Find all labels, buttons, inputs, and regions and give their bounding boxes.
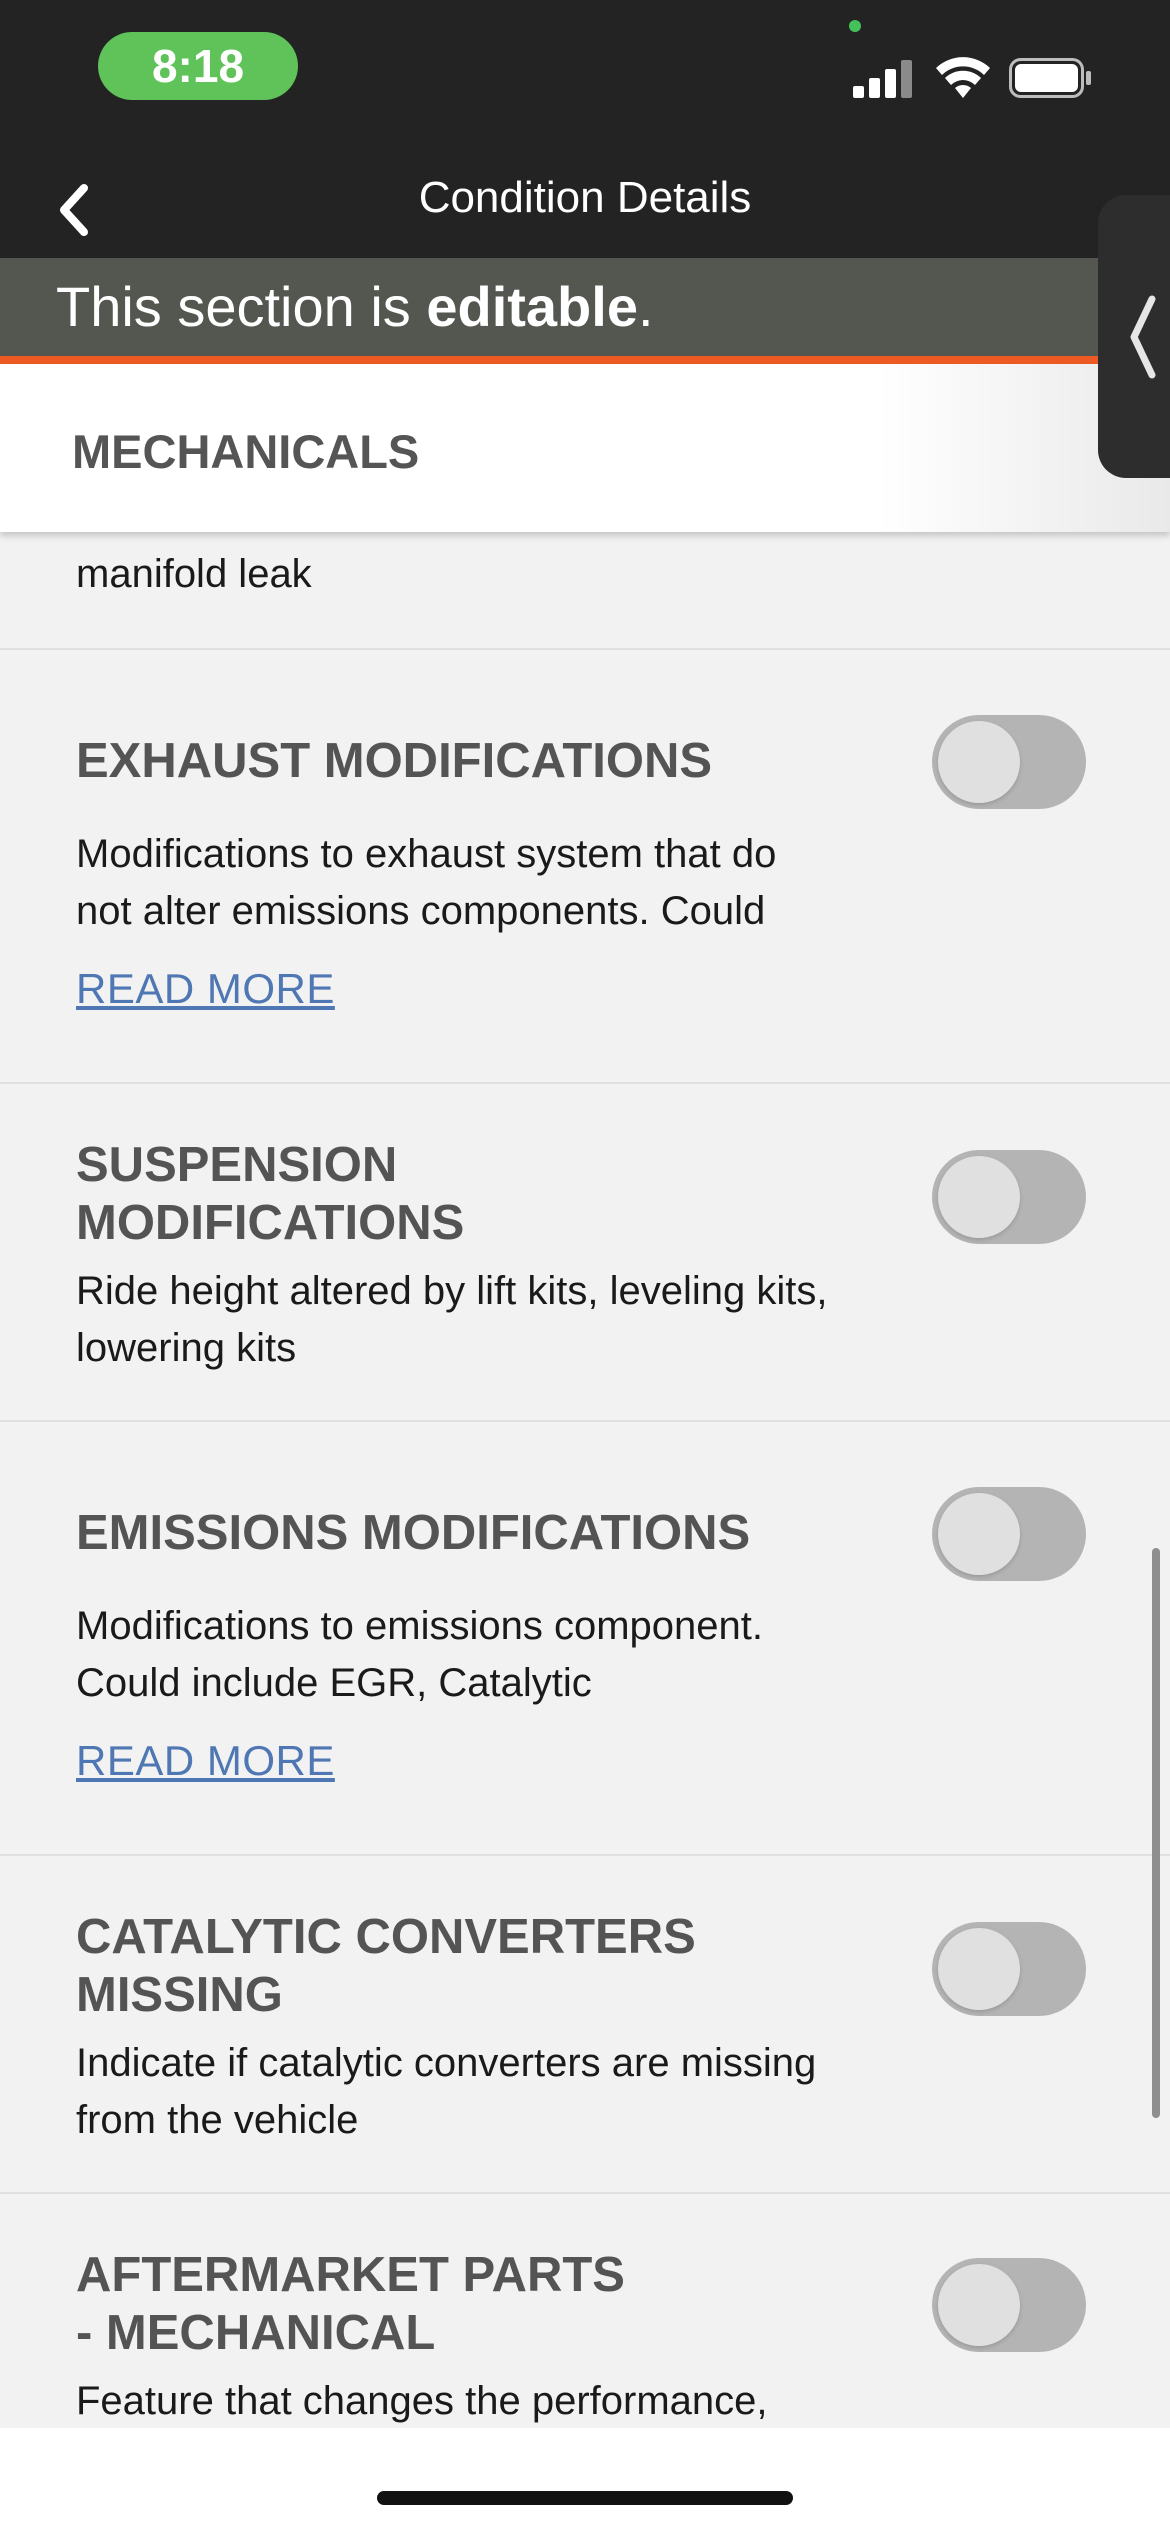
- banner-prefix: This section is: [56, 275, 427, 338]
- list-item-emissions-modifications: EMISSIONS MODIFICATIONS Modifications to…: [0, 1422, 1170, 1856]
- suspension-modifications-toggle[interactable]: [932, 1150, 1086, 1244]
- scrollbar[interactable]: [1152, 1548, 1160, 2118]
- toggle-knob: [938, 1493, 1020, 1575]
- item-title-line: AFTERMARKET PARTS: [76, 2248, 625, 2302]
- emissions-modifications-toggle[interactable]: [932, 1487, 1086, 1581]
- toggle-knob: [938, 721, 1020, 803]
- banner-emphasis: editable: [426, 275, 638, 338]
- item-description-line: Modifications to exhaust system that do: [76, 832, 777, 876]
- item-description-line: lowering kits: [76, 1326, 297, 1370]
- toggle-knob: [938, 1928, 1020, 2010]
- read-more-link[interactable]: READ MORE: [76, 965, 335, 1013]
- item-description-line: not alter emissions components. Could: [76, 889, 766, 933]
- status-bar: 8:18: [0, 0, 1170, 160]
- privacy-indicator-dot: [849, 20, 861, 32]
- status-time: 8:18: [98, 32, 298, 100]
- item-description-line: Feature that changes the performance,: [76, 2379, 768, 2423]
- list-item-exhaust-modifications: EXHAUST MODIFICATIONS Modifications to e…: [0, 650, 1170, 1084]
- chevron-left-icon: [60, 184, 88, 236]
- back-button[interactable]: [36, 170, 112, 250]
- battery-icon: [1009, 58, 1091, 98]
- item-title-line: SUSPENSION: [76, 1138, 398, 1192]
- wifi-icon: [936, 57, 990, 98]
- nav-header: Condition Details: [0, 160, 1170, 258]
- item-description-line: Modifications to emissions component.: [76, 1604, 763, 1648]
- item-title: EXHAUST MODIFICATIONS: [76, 734, 713, 788]
- list-item: manifold leak: [0, 532, 1170, 650]
- aftermarket-parts-mechanical-toggle[interactable]: [932, 2258, 1086, 2352]
- item-title: EMISSIONS MODIFICATIONS: [76, 1506, 751, 1560]
- editable-banner: This section is editable.: [0, 258, 1170, 364]
- item-description-line: Could include EGR, Catalytic: [76, 1661, 592, 1705]
- item-title-line: MISSING: [76, 1968, 283, 2022]
- toggle-knob: [938, 2264, 1020, 2346]
- list-item-suspension-modifications: SUSPENSION MODIFICATIONS Ride height alt…: [0, 1084, 1170, 1422]
- item-title-line: CATALYTIC CONVERTERS: [76, 1910, 696, 1964]
- side-drawer-handle[interactable]: [1098, 195, 1170, 478]
- list-item-catalytic-converters-missing: CATALYTIC CONVERTERS MISSING Indicate if…: [0, 1856, 1170, 2194]
- home-area: [0, 2428, 1170, 2532]
- banner-text: This section is editable.: [56, 258, 654, 356]
- page-title: Condition Details: [418, 173, 752, 222]
- item-title-line: MODIFICATIONS: [76, 1196, 465, 1250]
- toggle-knob: [938, 1156, 1020, 1238]
- chevron-left-icon: [1130, 295, 1156, 378]
- item-description: manifold leak: [76, 552, 312, 596]
- banner-suffix: .: [637, 275, 654, 338]
- catalytic-converters-missing-toggle[interactable]: [932, 1922, 1086, 2016]
- home-indicator[interactable]: [377, 2491, 793, 2505]
- item-title-line: - MECHANICAL: [76, 2306, 436, 2360]
- cellular-signal-icon: [853, 60, 912, 98]
- item-description-line: Indicate if catalytic converters are mis…: [76, 2041, 817, 2085]
- list-item-aftermarket-parts-mechanical: AFTERMARKET PARTS - MECHANICAL Feature t…: [0, 2194, 1170, 2428]
- section-title: MECHANICALS: [72, 425, 420, 478]
- section-header: MECHANICALS: [0, 364, 1170, 532]
- exhaust-modifications-toggle[interactable]: [932, 715, 1086, 809]
- read-more-link[interactable]: READ MORE: [76, 1737, 335, 1785]
- item-description-line: from the vehicle: [76, 2098, 359, 2142]
- item-description-line: Ride height altered by lift kits, leveli…: [76, 1269, 828, 1313]
